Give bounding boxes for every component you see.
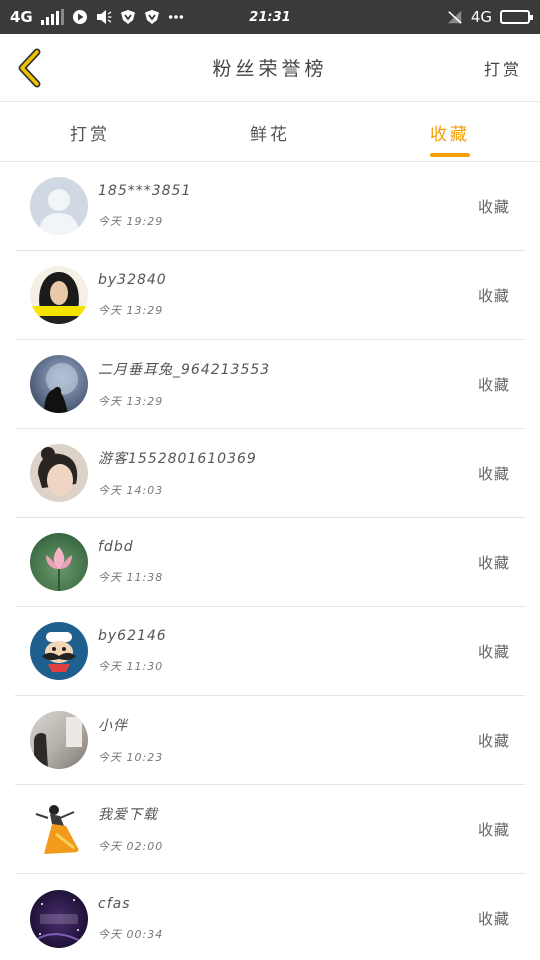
face-avatar [30, 444, 88, 502]
favorite-label: 收藏 [477, 375, 510, 394]
moon-avatar [30, 355, 88, 413]
user-time: 今天 13:29 [98, 304, 164, 317]
user-name: 185***3851 [98, 183, 192, 199]
lotus-avatar [30, 533, 88, 591]
back-arrow-icon [18, 48, 41, 88]
user-name: 二月垂耳兔_964213553 [98, 362, 271, 378]
chef-avatar [30, 622, 88, 680]
network-type-right: 4G [470, 8, 492, 26]
user-time: 今天 10:23 [98, 751, 164, 764]
fan-list: 185***3851 今天 19:29 收藏 by32840 今天 13:29 … [0, 162, 540, 960]
list-item[interactable]: 二月垂耳兔_964213553 今天 13:29 收藏 [15, 340, 525, 429]
back-button[interactable] [10, 48, 50, 88]
list-item[interactable]: 游客1552801610369 今天 14:03 收藏 [15, 429, 525, 518]
favorite-label: 收藏 [477, 642, 510, 661]
header: 粉丝荣誉榜 打赏 [0, 34, 540, 102]
user-name: by62146 [98, 628, 167, 644]
list-item[interactable]: cfas 今天 00:34 收藏 [15, 874, 525, 960]
page-title: 粉丝荣誉榜 [212, 58, 328, 80]
tab-reward[interactable]: 打赏 [0, 102, 180, 161]
space-avatar [30, 889, 88, 948]
list-item[interactable]: by62146 今天 11:30 收藏 [15, 607, 525, 696]
signal-icon [40, 9, 64, 25]
user-time: 今天 14:03 [98, 484, 164, 497]
video-icon [72, 9, 88, 25]
favorite-label: 收藏 [477, 820, 510, 839]
user-name: 小伴 [98, 718, 128, 734]
user-time: 今天 02:00 [98, 840, 164, 853]
list-item[interactable]: 185***3851 今天 19:29 收藏 [15, 162, 525, 251]
vibrate-icon [96, 9, 112, 25]
user-name: by32840 [98, 272, 167, 288]
dancer-avatar [30, 800, 88, 858]
girl-avatar [30, 266, 88, 324]
default-avatar [30, 177, 88, 235]
favorite-label: 收藏 [477, 731, 510, 750]
favorite-label: 收藏 [477, 553, 510, 572]
favorite-label: 收藏 [477, 464, 510, 483]
user-time: 今天 00:34 [98, 927, 164, 941]
status-bar: 4G 21:31 4G [0, 0, 540, 34]
user-time: 今天 11:38 [98, 571, 164, 584]
status-left: 4G [10, 8, 184, 26]
list-item[interactable]: by32840 今天 13:29 收藏 [15, 251, 525, 340]
user-time: 今天 13:29 [98, 395, 164, 408]
shield-icon-2 [144, 9, 160, 25]
user-name: fdbd [98, 539, 134, 555]
favorite-label: 收藏 [477, 286, 510, 305]
list-item[interactable]: fdbd 今天 11:38 收藏 [15, 518, 525, 607]
user-time: 今天 19:29 [98, 215, 164, 228]
user-time: 今天 11:30 [98, 660, 164, 673]
list-item[interactable]: 我爱下载 今天 02:00 收藏 [15, 785, 525, 874]
user-name: 我爱下载 [98, 807, 158, 823]
no-signal-icon [447, 9, 463, 25]
user-name: cfas [98, 895, 131, 912]
user-name: 游客1552801610369 [98, 451, 257, 467]
list-item[interactable]: 小伴 今天 10:23 收藏 [15, 696, 525, 785]
room-avatar [30, 711, 88, 769]
shield-icon [120, 9, 136, 25]
favorite-label: 收藏 [477, 910, 510, 928]
more-dots-icon [168, 9, 184, 25]
status-right: 4G [447, 8, 533, 26]
network-type: 4G [10, 8, 33, 26]
tab-favorites[interactable]: 收藏 [360, 102, 540, 161]
tab-flowers[interactable]: 鲜花 [180, 102, 360, 161]
tab-bar: 打赏 鲜花 收藏 [0, 102, 540, 162]
reward-button[interactable]: 打赏 [484, 56, 522, 80]
favorite-label: 收藏 [477, 197, 510, 216]
battery-icon [500, 10, 533, 24]
